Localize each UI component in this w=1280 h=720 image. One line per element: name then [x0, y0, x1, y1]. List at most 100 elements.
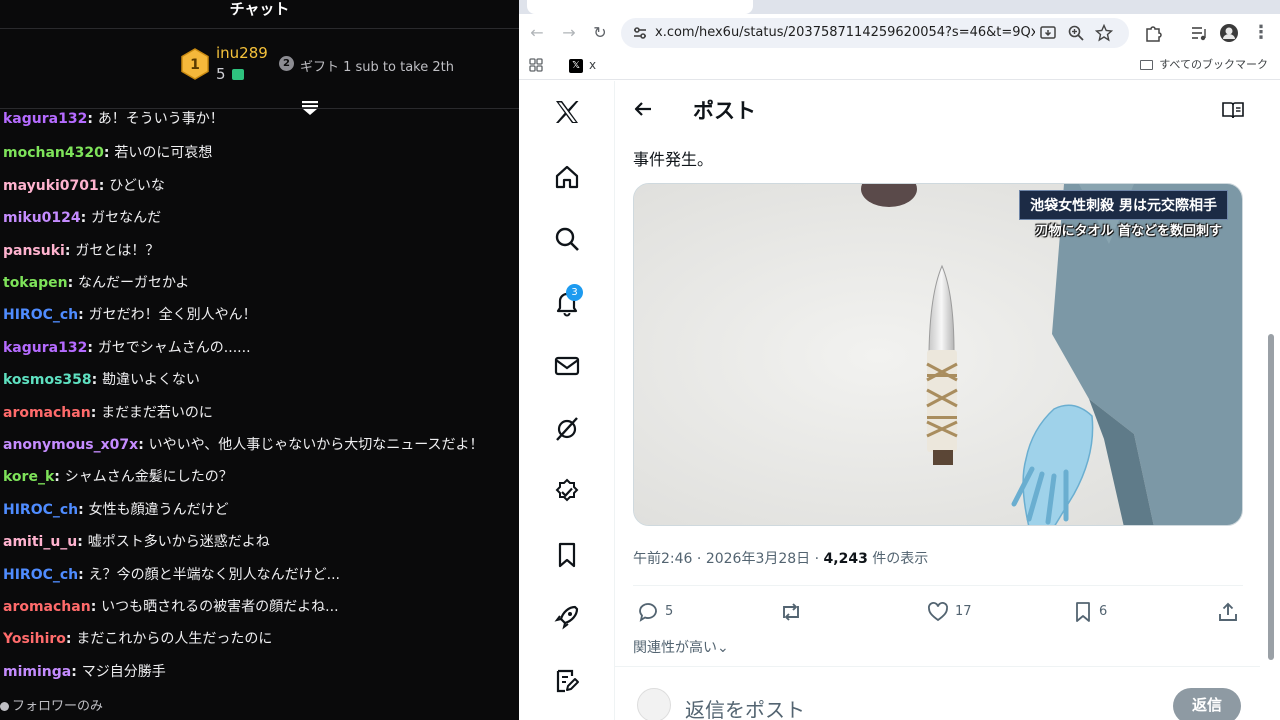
- page-scrollbar[interactable]: [1268, 334, 1274, 660]
- home-icon[interactable]: [553, 163, 581, 191]
- post-date[interactable]: 2026年3月28日: [706, 551, 810, 567]
- chat-header-divider: [0, 28, 519, 29]
- reply-count: 5: [665, 604, 674, 619]
- chat-username[interactable]: HIROC_ch: [3, 502, 78, 518]
- chat-username[interactable]: Yosihiro: [3, 631, 66, 647]
- browser-toolbar: ← → ↻ x.com/hex6u/status/203758711425962…: [519, 14, 1280, 50]
- folder-icon: [1140, 60, 1154, 70]
- view-count: 4,243: [823, 551, 868, 567]
- chat-separator: :: [64, 242, 76, 259]
- reply-sort-dropdown[interactable]: 関連性が高い⌄: [633, 637, 729, 657]
- chat-separator: :: [87, 111, 98, 127]
- chat-username[interactable]: miminga: [3, 664, 71, 680]
- page-title: ポスト: [693, 99, 756, 123]
- install-app-icon[interactable]: [1039, 24, 1057, 42]
- chat-username[interactable]: kore_k: [3, 469, 54, 485]
- chat-username[interactable]: anonymous_x07x: [3, 437, 138, 453]
- chat-message: aromachan: まだまだ若いのに: [3, 402, 213, 424]
- x-logo-icon[interactable]: [553, 98, 581, 126]
- chat-message: aromachan: いつも晒されるの被害者の顔だよね...: [3, 596, 339, 618]
- messages-mail-icon[interactable]: [553, 352, 581, 380]
- post-time[interactable]: 午前2:46: [633, 551, 692, 567]
- chat-username[interactable]: mayuki0701: [3, 178, 99, 194]
- gift-top-user[interactable]: inu289: [216, 44, 268, 62]
- chat-username[interactable]: HIROC_ch: [3, 307, 78, 323]
- chat-message-text: ガセとは！？: [75, 242, 160, 259]
- chat-message: kosmos358: 勘違いよくない: [3, 369, 200, 391]
- address-bar[interactable]: x.com/hex6u/status/2037587114259620054?s…: [621, 18, 1129, 48]
- heart-icon: [928, 601, 948, 621]
- chat-username[interactable]: aromachan: [3, 599, 91, 615]
- profile-avatar-icon[interactable]: [1219, 23, 1239, 43]
- reply-input[interactable]: 返信をポスト: [685, 694, 805, 720]
- chat-username[interactable]: mochan4320: [3, 145, 104, 161]
- bookmark-button[interactable]: 6: [1073, 599, 1107, 625]
- browser-window: ← → ↻ x.com/hex6u/status/203758711425962…: [519, 0, 1280, 720]
- user-avatar[interactable]: [637, 688, 671, 720]
- share-icon: [1219, 602, 1237, 621]
- gift-goal-text: ギフト 1 sub to take 2th: [300, 60, 454, 75]
- reply-divider: [615, 666, 1260, 667]
- chat-message: HIROC_ch: 女性も顔違うんだけど: [3, 499, 229, 521]
- chat-username[interactable]: kosmos358: [3, 372, 92, 388]
- chat-message-text: え？今の顔と半端なく別人なんだけど...: [88, 566, 340, 583]
- rocket-icon[interactable]: [553, 603, 581, 631]
- search-icon[interactable]: [553, 225, 581, 253]
- chat-username[interactable]: kagura132: [3, 111, 87, 127]
- reply-submit-button[interactable]: 返信: [1173, 688, 1241, 720]
- media-control-icon[interactable]: [1189, 23, 1209, 43]
- menu-kebab-icon[interactable]: ⋮: [1251, 23, 1271, 43]
- premium-edit-icon[interactable]: [553, 667, 581, 695]
- back-nav-icon[interactable]: ←: [527, 23, 547, 43]
- extensions-icon[interactable]: [1143, 23, 1163, 43]
- chat-username[interactable]: tokapen: [3, 275, 68, 291]
- reply-button[interactable]: 5: [637, 599, 673, 625]
- news-caption-title: 池袋女性刺殺 男は元交際相手: [1019, 190, 1228, 220]
- repost-button[interactable]: [778, 599, 810, 625]
- reader-mode-icon[interactable]: [1222, 101, 1244, 119]
- chat-message: miminga: マジ自分勝手: [3, 661, 166, 683]
- all-bookmarks-button[interactable]: すべてのブックマーク: [1140, 56, 1268, 74]
- bookmark-star-icon[interactable]: [1095, 24, 1113, 42]
- chat-separator: :: [78, 307, 89, 324]
- chat-message: kore_k: シャムさん金髪にしたの？: [3, 466, 233, 488]
- reload-icon[interactable]: ↻: [590, 23, 610, 43]
- active-tab[interactable]: [527, 0, 753, 14]
- meta-separator-2: ·: [814, 551, 824, 567]
- bookmarks-icon[interactable]: [553, 541, 581, 569]
- grok-icon[interactable]: [553, 415, 581, 443]
- bookmark-x[interactable]: 𝕏x: [569, 56, 596, 74]
- like-button[interactable]: 17: [927, 599, 972, 625]
- chat-message: HIROC_ch: ガセだわ！全く別人やん！: [3, 304, 257, 326]
- chat-message: Yosihiro: まだこれからの人生だったのに: [3, 628, 272, 650]
- url-text[interactable]: x.com/hex6u/status/2037587114259620054?s…: [655, 18, 1035, 48]
- chat-separator: :: [54, 469, 65, 486]
- chat-message: kagura132: ガセでシャムさんの......: [3, 337, 251, 359]
- site-info-icon[interactable]: [631, 24, 649, 42]
- back-arrow-icon[interactable]: [633, 99, 653, 119]
- share-button[interactable]: [1217, 599, 1245, 625]
- chat-username[interactable]: HIROC_ch: [3, 567, 78, 583]
- chat-message: HIROC_ch: え？今の顔と半端なく別人なんだけど...: [3, 564, 340, 586]
- post-media-image[interactable]: 池袋女性刺殺 男は元交際相手 刃物にタオル 首などを数回刺す: [633, 183, 1243, 526]
- zoom-icon[interactable]: [1067, 24, 1085, 42]
- chat-username[interactable]: amiti_u_u: [3, 534, 77, 550]
- chat-mode-label: フォロワーのみ: [12, 699, 104, 714]
- chat-separator: :: [90, 599, 102, 615]
- bookmark-icon: [1076, 601, 1090, 622]
- chat-message-list[interactable]: kagura132: あ！そういう事か！ mochan4320: 若いのに可哀想 m…: [0, 110, 519, 688]
- chat-message-text: ガセなんだ: [91, 210, 162, 227]
- rank-2-badge-icon: 2: [279, 56, 294, 71]
- chat-message: kagura132: あ！そういう事か！: [3, 110, 224, 130]
- chat-username[interactable]: miku0124: [3, 210, 81, 226]
- chat-username[interactable]: kagura132: [3, 340, 87, 356]
- chat-username[interactable]: pansuki: [3, 243, 65, 259]
- forward-nav-icon[interactable]: →: [559, 23, 579, 43]
- verified-icon[interactable]: [553, 478, 581, 506]
- chat-username[interactable]: aromachan: [3, 405, 91, 421]
- all-bookmarks-label: すべてのブックマーク: [1159, 58, 1268, 71]
- apps-grid-icon[interactable]: [529, 58, 543, 72]
- x-post-page: 3 ポスト 事件発生。 池袋女性刺殺 男は元交際相手 刃物にタオル 首などを数回…: [519, 81, 1280, 720]
- info-icon: [0, 702, 9, 711]
- bookmarks-bar: 𝕏x すべてのブックマーク: [519, 50, 1280, 80]
